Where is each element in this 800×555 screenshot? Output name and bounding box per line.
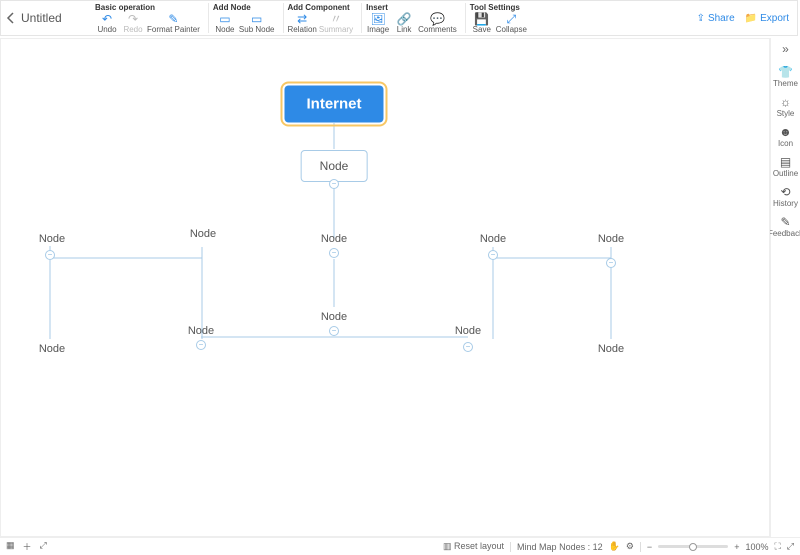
- fit-screen-icon[interactable]: ⛶: [774, 541, 780, 552]
- format-painter-icon: ✎: [168, 13, 178, 25]
- footer-add-icon[interactable]: ＋: [23, 540, 32, 553]
- collapse-handle[interactable]: −: [196, 340, 206, 350]
- collapse-handle[interactable]: −: [463, 342, 473, 352]
- connectors: [1, 39, 770, 537]
- undo-button[interactable]: ↶ Undo: [95, 13, 119, 34]
- zoom-slider-knob[interactable]: [689, 543, 697, 551]
- tree-node[interactable]: Node: [39, 343, 65, 355]
- panel-history[interactable]: ⟲ History: [772, 183, 800, 210]
- relation-button[interactable]: ⇄ Relation: [288, 13, 317, 34]
- footer: ▦ ＋ ⤢ ▥ Reset layout Mind Map Nodes : 12…: [0, 537, 800, 555]
- style-icon: ☼: [780, 95, 791, 109]
- redo-icon: ↷: [128, 13, 138, 25]
- group-title: Basic operation: [95, 3, 200, 12]
- insert-image-button[interactable]: 🖼 Image: [366, 13, 390, 34]
- tree-node[interactable]: Node: [480, 233, 506, 245]
- share-button[interactable]: ⇪ Share: [697, 13, 735, 24]
- divider: [640, 542, 641, 552]
- feedback-icon: ✎: [780, 215, 790, 229]
- image-icon: 🖼: [370, 13, 385, 25]
- tree-node[interactable]: Node: [321, 311, 347, 323]
- format-painter-button[interactable]: ✎ Format Painter: [147, 13, 200, 34]
- divider: [510, 542, 511, 552]
- document-title[interactable]: Untitled: [21, 1, 91, 35]
- subnode-icon: ▭: [251, 13, 262, 25]
- share-icon: ⇪: [697, 13, 705, 24]
- panel-feedback[interactable]: ✎ Feedback: [772, 213, 800, 240]
- back-button[interactable]: [1, 1, 21, 35]
- zoom-level: 100%: [745, 542, 768, 552]
- tree-node[interactable]: Node: [598, 343, 624, 355]
- comments-icon: 💬: [430, 13, 445, 25]
- panel-icon[interactable]: ☻ Icon: [772, 123, 800, 150]
- tree-node[interactable]: Node: [188, 325, 214, 337]
- root-node[interactable]: Internet: [284, 86, 383, 123]
- group-basic-operation: Basic operation ↶ Undo ↷ Redo ✎ Format P…: [91, 3, 204, 33]
- tree-node[interactable]: Node: [39, 233, 65, 245]
- fullscreen-icon[interactable]: ⤢: [787, 541, 794, 552]
- summary-button[interactable]: 〃 Summary: [319, 13, 353, 34]
- insert-comments-button[interactable]: 💬 Comments: [418, 13, 457, 34]
- zoom-slider[interactable]: [658, 545, 728, 548]
- group-add-node: Add Node ▭ Node ▭ Sub Node: [208, 3, 279, 33]
- link-icon: 🔗: [397, 13, 412, 25]
- panel-style[interactable]: ☼ Style: [772, 93, 800, 120]
- collapse-handle[interactable]: −: [329, 179, 339, 189]
- insert-link-button[interactable]: 🔗 Link: [392, 13, 416, 34]
- reset-layout-button[interactable]: ▥ Reset layout: [443, 541, 504, 552]
- collapse-icon: ⤢: [507, 13, 517, 25]
- layout-icon: ▥: [443, 541, 452, 551]
- ribbon: Basic operation ↶ Undo ↷ Redo ✎ Format P…: [91, 1, 697, 35]
- tree-node[interactable]: Node: [321, 233, 347, 245]
- undo-icon: ↶: [102, 13, 112, 25]
- right-panel: » 👕 Theme ☼ Style ☻ Icon ▤ Outline ⟲ His…: [770, 38, 800, 537]
- panel-theme[interactable]: 👕 Theme: [772, 63, 800, 90]
- collapse-handle[interactable]: −: [329, 326, 339, 336]
- zoom-in-button[interactable]: +: [734, 542, 739, 552]
- tree-node[interactable]: Node: [598, 233, 624, 245]
- node-icon: ▭: [219, 13, 230, 25]
- footer-hand-icon[interactable]: ✋: [609, 541, 620, 552]
- group-title: Insert: [366, 3, 457, 12]
- node-count: Mind Map Nodes : 12: [517, 542, 603, 552]
- footer-expand-icon[interactable]: ⤢: [40, 540, 47, 553]
- export-button[interactable]: 📁 Export: [745, 13, 789, 24]
- group-tool-settings: Tool Settings 💾 Save ⤢ Collapse: [465, 3, 531, 33]
- save-button[interactable]: 💾 Save: [470, 13, 494, 34]
- footer-gear-icon[interactable]: ⚙: [626, 541, 634, 552]
- tree-node[interactable]: Node: [455, 325, 481, 337]
- smiley-icon: ☻: [779, 125, 792, 139]
- group-title: Tool Settings: [470, 3, 527, 12]
- outline-icon: ▤: [780, 155, 791, 169]
- save-icon: 💾: [474, 13, 489, 25]
- group-insert: Insert 🖼 Image 🔗 Link 💬 Comments: [361, 3, 461, 33]
- collapse-handle[interactable]: −: [488, 250, 498, 260]
- canvas[interactable]: Internet Node − Node − Node − Node Node …: [0, 38, 770, 537]
- footer-grid-icon[interactable]: ▦: [6, 540, 15, 553]
- panel-outline[interactable]: ▤ Outline: [772, 153, 800, 180]
- chevron-right-double-icon: »: [782, 42, 789, 56]
- theme-icon: 👕: [778, 65, 793, 79]
- history-icon: ⟲: [780, 185, 790, 199]
- relation-icon: ⇄: [297, 13, 307, 25]
- redo-button[interactable]: ↷ Redo: [121, 13, 145, 34]
- group-add-component: Add Component ⇄ Relation 〃 Summary: [283, 3, 358, 33]
- export-icon: 📁: [745, 13, 757, 24]
- collapse-button[interactable]: ⤢ Collapse: [496, 13, 527, 34]
- chevron-left-icon: [6, 12, 16, 24]
- panel-collapse-button[interactable]: »: [782, 40, 789, 60]
- group-title: Add Component: [288, 3, 354, 12]
- summary-icon: 〃: [330, 13, 342, 25]
- collapse-handle[interactable]: −: [329, 248, 339, 258]
- header: Untitled Basic operation ↶ Undo ↷ Redo ✎…: [0, 0, 798, 36]
- zoom-out-button[interactable]: −: [647, 542, 652, 552]
- header-right: ⇪ Share 📁 Export: [697, 1, 797, 35]
- group-title: Add Node: [213, 3, 275, 12]
- tree-node[interactable]: Node: [190, 228, 216, 240]
- add-node-button[interactable]: ▭ Node: [213, 13, 237, 34]
- boxed-node[interactable]: Node: [301, 150, 368, 182]
- add-subnode-button[interactable]: ▭ Sub Node: [239, 13, 275, 34]
- collapse-handle[interactable]: −: [45, 250, 55, 260]
- collapse-handle[interactable]: −: [606, 258, 616, 268]
